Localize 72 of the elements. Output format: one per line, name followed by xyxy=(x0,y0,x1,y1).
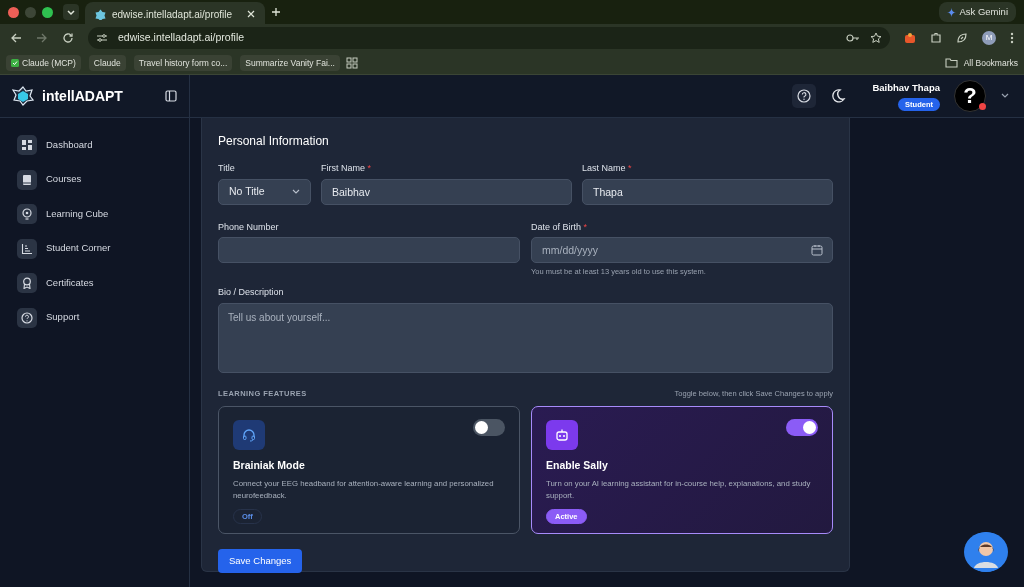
book-icon xyxy=(17,169,37,190)
chevron-down-icon[interactable] xyxy=(1000,92,1010,100)
extension-icon[interactable] xyxy=(904,32,916,44)
reload-icon[interactable] xyxy=(62,32,74,44)
logo-icon xyxy=(12,86,34,106)
robot-icon xyxy=(546,420,578,450)
toggle-switch[interactable] xyxy=(473,419,505,436)
phone-number-input[interactable] xyxy=(218,237,520,263)
sidebar-item[interactable]: Dashboard xyxy=(46,137,93,153)
date-of-birth-input[interactable]: mm/dd/yyyy xyxy=(531,237,833,263)
lightbulb-icon xyxy=(17,204,37,224)
help-icon xyxy=(17,307,37,328)
sidebar-item[interactable]: Certificates xyxy=(46,275,94,291)
forward-icon[interactable] xyxy=(36,32,48,44)
back-icon[interactable] xyxy=(10,32,22,44)
field-label: First Name * xyxy=(321,162,373,175)
save-changes-button[interactable]: Save Changes xyxy=(218,549,303,574)
first-name-input[interactable]: Baibhav xyxy=(321,178,572,205)
assistant-avatar-icon[interactable] xyxy=(964,532,1008,572)
dark-mode-icon[interactable] xyxy=(830,88,847,104)
menu-icon[interactable] xyxy=(1010,32,1014,44)
bio-textarea[interactable]: Tell us about yourself... xyxy=(218,302,833,373)
star-icon[interactable] xyxy=(870,32,882,44)
sidebar-item[interactable]: Courses xyxy=(46,172,82,187)
all-bookmarks-link[interactable]: All Bookmarks xyxy=(963,56,1018,70)
ask-gemini-button[interactable]: Ask Gemini xyxy=(939,1,1016,23)
sidebar-item[interactable]: Support xyxy=(46,310,80,325)
close-window-button[interactable] xyxy=(8,6,19,18)
help-icon xyxy=(797,89,812,103)
browser-tab[interactable]: edwise.intelladapt.ai/profile xyxy=(85,2,265,26)
title-select[interactable]: No Title xyxy=(218,178,311,205)
user-name: Baibhav Thapa xyxy=(872,81,940,96)
user-avatar[interactable]: ? xyxy=(954,80,986,112)
chart-icon xyxy=(17,238,37,259)
toggle-switch[interactable] xyxy=(786,419,818,436)
feature-title: Brainiak Mode xyxy=(233,458,306,473)
bookmark[interactable]: Claude (MCP) xyxy=(6,54,81,72)
sparkle-icon xyxy=(947,7,957,17)
calendar-icon[interactable] xyxy=(811,244,823,256)
feature-title: Enable Sally xyxy=(546,458,609,473)
apps-icon[interactable] xyxy=(345,57,358,69)
tab-search-icon[interactable] xyxy=(63,4,79,20)
leaf-icon[interactable] xyxy=(956,32,968,44)
sidebar-item[interactable]: Student Corner xyxy=(46,241,111,256)
field-label: Last Name * xyxy=(582,162,633,175)
field-label: Phone Number xyxy=(218,220,280,234)
bookmark[interactable]: Travel history form co... xyxy=(133,54,233,72)
bookmark[interactable]: Summarize Vanity Fai... xyxy=(240,54,340,72)
checkbox-icon xyxy=(11,59,19,67)
help-button[interactable] xyxy=(792,84,817,108)
key-icon[interactable] xyxy=(846,33,860,43)
section-title: Personal Information xyxy=(218,133,330,150)
brand-name: intellADAPT xyxy=(42,86,123,106)
site-settings-icon[interactable] xyxy=(96,33,108,43)
folder-icon[interactable] xyxy=(944,58,958,68)
headset-icon xyxy=(233,420,265,450)
url-text: edwise.intelladapt.ai/profile xyxy=(118,30,245,46)
maximize-window-button[interactable] xyxy=(42,6,53,18)
sidebar-item[interactable]: Learning Cube xyxy=(46,206,109,222)
award-icon xyxy=(17,273,37,293)
dashboard-icon xyxy=(17,135,37,155)
site-favicon-icon xyxy=(95,8,106,20)
address-bar[interactable]: edwise.intelladapt.ai/profile xyxy=(88,27,890,49)
sidebar-toggle-icon[interactable] xyxy=(165,90,177,102)
chevron-down-icon xyxy=(292,188,300,195)
bookmark[interactable]: Claude xyxy=(88,54,126,72)
new-tab-icon[interactable] xyxy=(271,7,281,17)
last-name-input[interactable]: Thapa xyxy=(582,178,833,205)
close-tab-icon[interactable] xyxy=(247,10,255,18)
field-label: Bio / Description xyxy=(218,286,285,300)
field-label: Title xyxy=(218,162,236,175)
field-label: Date of Birth * xyxy=(531,220,589,234)
